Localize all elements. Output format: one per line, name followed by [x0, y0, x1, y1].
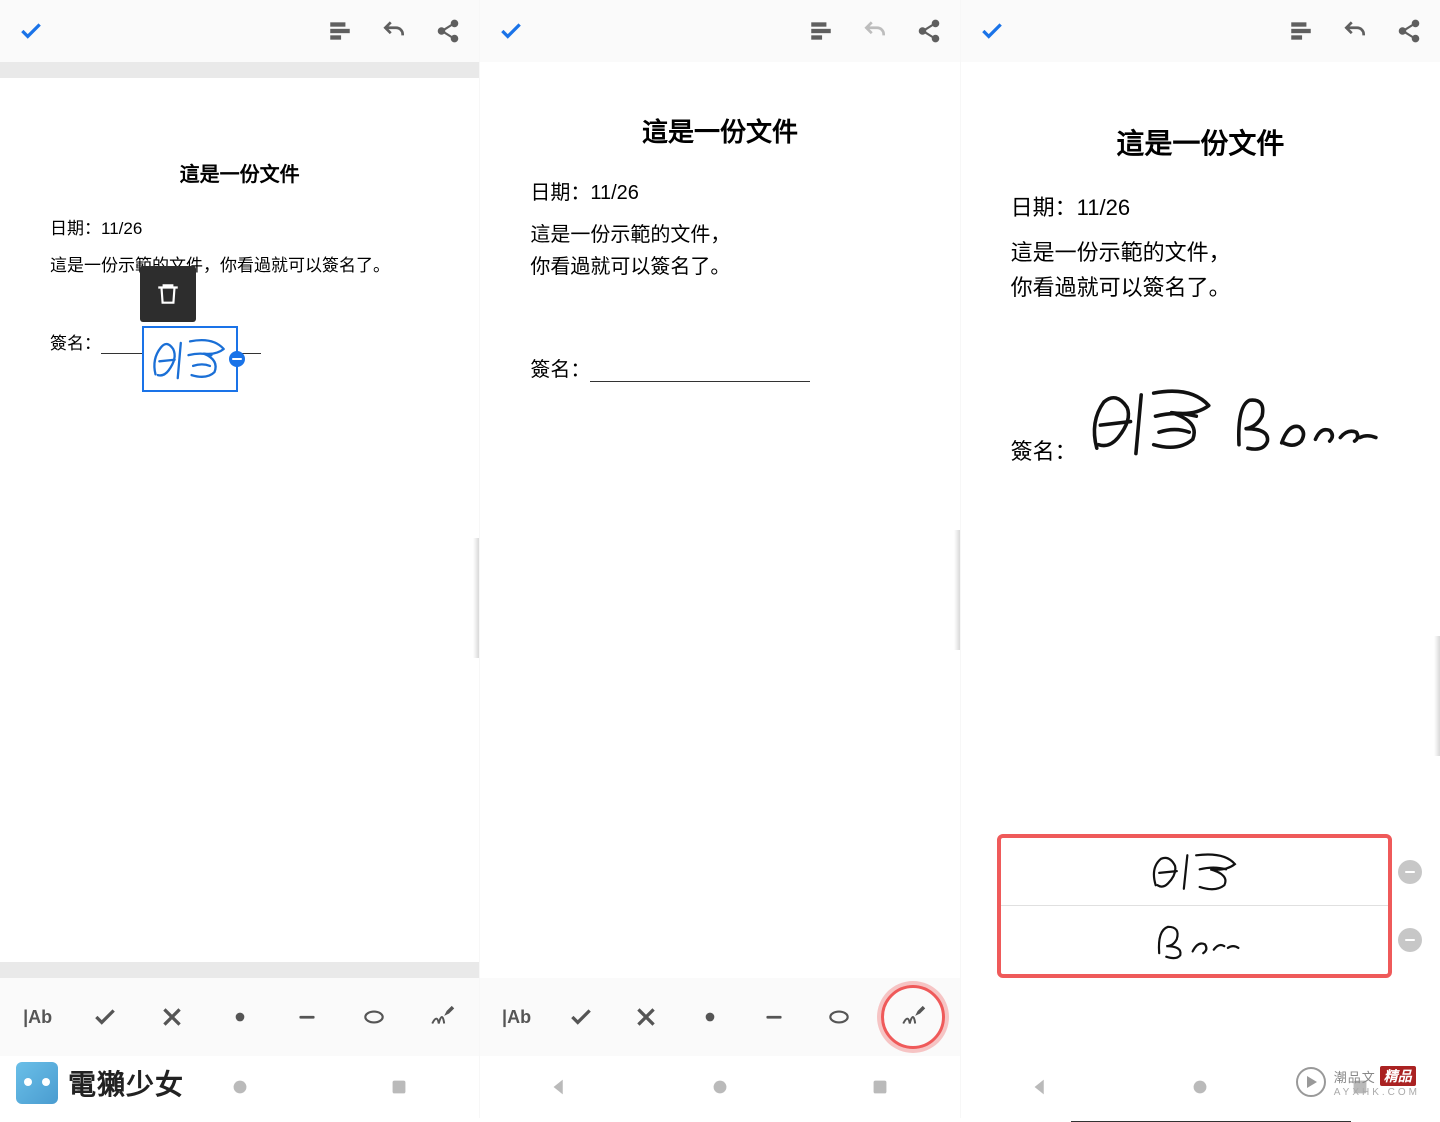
- top-toolbar: [480, 0, 959, 62]
- body-line: 這是一份示範的文件，你看過就可以簽名了。: [1011, 235, 1390, 305]
- signature-row: 簽名：: [1011, 386, 1390, 466]
- share-icon[interactable]: [916, 18, 942, 44]
- sign-label: 簽名：: [1011, 434, 1077, 466]
- date-label: 日期：: [50, 219, 101, 238]
- signature-option[interactable]: [1001, 838, 1388, 906]
- signature-picker-popup: [997, 834, 1392, 978]
- text-tool[interactable]: |Ab: [495, 995, 539, 1039]
- document-canvas[interactable]: 這是一份文件 日期：11/26 這是一份示範的文件，你看過就可以簽名了。 簽名：: [480, 62, 959, 1118]
- home-nav-icon[interactable]: [229, 1076, 251, 1098]
- text-tool[interactable]: |Ab: [16, 995, 60, 1039]
- oval-tool[interactable]: [352, 995, 396, 1039]
- share-icon[interactable]: [1396, 18, 1422, 44]
- signature-tool[interactable]: [881, 985, 945, 1049]
- oval-tool[interactable]: [817, 995, 861, 1039]
- date-line: 日期：11/26: [530, 177, 909, 209]
- top-toolbar: [961, 0, 1440, 62]
- confirm-check-icon[interactable]: [18, 18, 44, 44]
- back-nav-icon[interactable]: [549, 1076, 571, 1098]
- undo-icon[interactable]: [1342, 18, 1368, 44]
- edit-toolbar: |Ab: [480, 978, 959, 1056]
- watermark-brand-right: 潮品文 精品 AYXHK.COM: [1296, 1066, 1420, 1098]
- resize-handle-icon[interactable]: [229, 351, 245, 367]
- body-line: 這是一份示範的文件，你看過就可以簽名了。: [530, 219, 909, 283]
- brand-mascot-icon: [16, 1062, 58, 1104]
- edit-toolbar: |Ab: [0, 978, 479, 1056]
- sign-label: 簽名：: [50, 329, 101, 354]
- scrollbar-hint: [1434, 636, 1440, 756]
- signature-image: [1079, 386, 1381, 466]
- confirm-check-icon[interactable]: [498, 18, 524, 44]
- date-value: 11/26: [1077, 195, 1130, 220]
- sign-label: 簽名：: [530, 353, 590, 382]
- brand2-main: 潮品文: [1334, 1067, 1376, 1086]
- undo-icon[interactable]: [381, 18, 407, 44]
- body-line: 這是一份示範的文件，你看過就可以簽名了。: [50, 252, 429, 279]
- date-line: 日期：11/26: [1011, 190, 1390, 225]
- undo-icon: [862, 18, 888, 44]
- remove-signature-icon[interactable]: [1398, 928, 1422, 952]
- recent-nav-icon[interactable]: [869, 1076, 891, 1098]
- cross-tool[interactable]: [150, 995, 194, 1039]
- checkmark-tool[interactable]: [83, 995, 127, 1039]
- brand2-sub: AYXHK.COM: [1334, 1087, 1420, 1098]
- panel-layout-icon[interactable]: [327, 18, 353, 44]
- signature-option[interactable]: [1001, 906, 1388, 974]
- share-icon[interactable]: [435, 18, 461, 44]
- date-label: 日期：: [530, 182, 590, 204]
- panel-layout-icon[interactable]: [1288, 18, 1314, 44]
- date-line: 日期：11/26: [50, 215, 429, 242]
- back-nav-icon[interactable]: [1030, 1076, 1052, 1098]
- dash-tool[interactable]: [752, 995, 796, 1039]
- scrollbar-hint: [954, 530, 960, 650]
- dot-tool[interactable]: [688, 995, 732, 1039]
- dash-tool[interactable]: [285, 995, 329, 1039]
- doc-title: 這是一份文件: [1011, 122, 1390, 162]
- remove-signature-icon[interactable]: [1398, 860, 1422, 884]
- doc-title: 這是一份文件: [50, 158, 429, 187]
- bottom-divider: [0, 962, 479, 978]
- top-toolbar: [0, 0, 479, 62]
- date-value: 11/26: [101, 219, 142, 238]
- checkmark-tool[interactable]: [559, 995, 603, 1039]
- system-navbar: [480, 1056, 959, 1118]
- signature-row: 簽名：: [530, 353, 909, 382]
- dot-tool[interactable]: [218, 995, 262, 1039]
- brand-text: 電獺少女: [68, 1063, 184, 1103]
- signature-selection-box[interactable]: [142, 326, 238, 392]
- home-nav-icon[interactable]: [1189, 1076, 1211, 1098]
- divider-strip: [0, 62, 479, 78]
- home-nav-icon[interactable]: [709, 1076, 731, 1098]
- play-icon: [1296, 1067, 1326, 1097]
- date-label: 日期：: [1011, 195, 1077, 220]
- scrollbar-hint: [473, 538, 479, 658]
- signature-tool[interactable]: [420, 995, 464, 1039]
- signature-line[interactable]: [590, 358, 810, 382]
- delete-signature-button[interactable]: [140, 266, 196, 322]
- confirm-check-icon[interactable]: [979, 18, 1005, 44]
- cross-tool[interactable]: [624, 995, 668, 1039]
- doc-title: 這是一份文件: [530, 112, 909, 149]
- panel-layout-icon[interactable]: [808, 18, 834, 44]
- recent-nav-icon[interactable]: [388, 1076, 410, 1098]
- date-value: 11/26: [590, 182, 639, 204]
- watermark-brand-left: 電獺少女: [16, 1062, 184, 1104]
- brand2-tag: 精品: [1380, 1066, 1416, 1086]
